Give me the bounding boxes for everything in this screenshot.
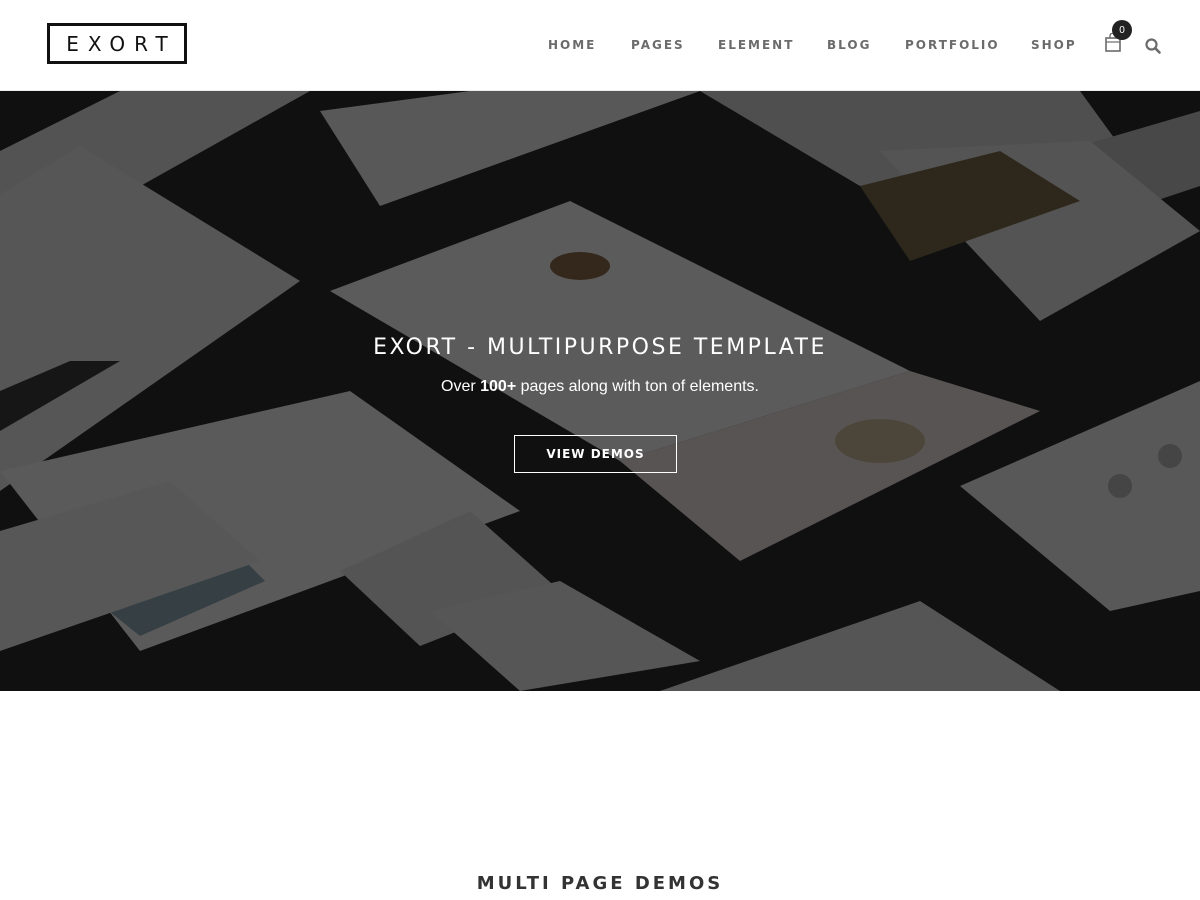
nav-portfolio[interactable]: PORTFOLIO [905, 38, 1000, 52]
hero-subtitle-suffix: pages along with ton of elements. [516, 378, 759, 395]
nav-home[interactable]: HOME [548, 38, 596, 52]
nav-shop[interactable]: SHOP [1031, 38, 1077, 52]
section-title-multi-page-demos: MULTI PAGE DEMOS [476, 873, 724, 894]
nav-pages[interactable]: PAGES [631, 38, 685, 52]
hero-banner: EXORT - MULTIPURPOSE TEMPLATE Over 100+ … [0, 91, 1200, 691]
view-demos-button[interactable]: VIEW DEMOS [514, 435, 677, 473]
hero-subtitle: Over 100+ pages along with ton of elemen… [0, 378, 1200, 396]
logo-text: EXORT [66, 31, 177, 56]
nav-element[interactable]: ELEMENT [718, 38, 794, 52]
cart-count-badge: 0 [1112, 20, 1132, 40]
site-logo[interactable]: EXORT [47, 23, 187, 64]
search-icon[interactable] [1144, 37, 1162, 55]
site-header: EXORT HOME PAGES ELEMENT BLOG PORTFOLIO … [0, 0, 1200, 91]
hero-subtitle-prefix: Over [441, 378, 481, 395]
hero-title: EXORT - MULTIPURPOSE TEMPLATE [373, 335, 827, 360]
nav-blog[interactable]: BLOG [827, 38, 871, 52]
hero-subtitle-bold: 100+ [480, 378, 517, 395]
